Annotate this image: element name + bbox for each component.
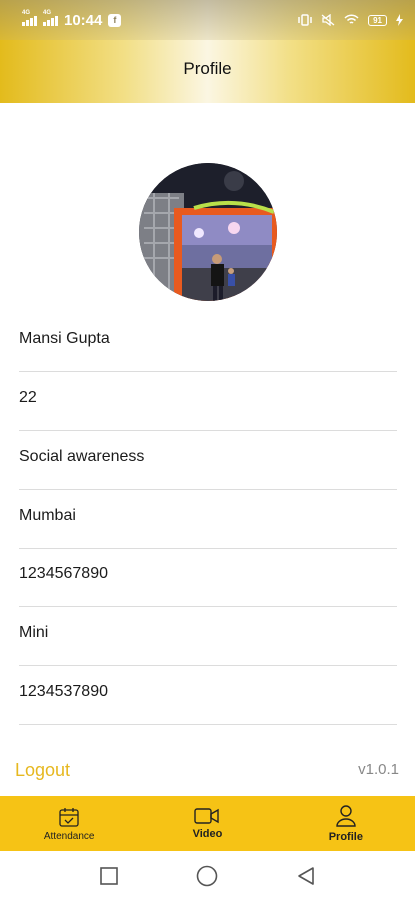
- calendar-icon: [59, 807, 79, 827]
- version-label: v1.0.1: [358, 761, 399, 778]
- system-nav-bar: [0, 851, 415, 900]
- person-icon: [336, 805, 356, 827]
- city-field[interactable]: Mumbai: [19, 489, 397, 549]
- contact-name-field[interactable]: Mini: [19, 606, 397, 666]
- signal-icon: 4G: [43, 10, 58, 26]
- occupation-value: Social awareness: [19, 448, 145, 465]
- bottom-nav: Attendance Video Profile: [0, 796, 415, 851]
- nav-item-attendance[interactable]: Attendance: [0, 796, 138, 851]
- signal-icon: 4G: [22, 10, 37, 26]
- avatar[interactable]: [139, 163, 277, 301]
- status-time: 10:44: [64, 11, 103, 29]
- home-button[interactable]: [187, 856, 227, 896]
- square-icon: [100, 866, 118, 885]
- status-right: 91: [298, 14, 403, 26]
- status-left: 4G 4G 10:44 f: [22, 10, 122, 29]
- nav-label-profile: Profile: [328, 831, 363, 843]
- charging-icon: [396, 14, 403, 26]
- page-title: Profile: [183, 59, 232, 78]
- phone-value: 1234567890: [19, 565, 108, 582]
- logout-button[interactable]: Logout: [15, 760, 70, 781]
- battery-icon: 91: [368, 14, 387, 26]
- app-header: 4G 4G 10:44 f 91 Profile: [0, 0, 415, 103]
- mute-icon: [321, 14, 335, 26]
- age-field[interactable]: 22: [19, 371, 397, 431]
- triangle-back-icon: [298, 866, 314, 885]
- vibrate-icon: [298, 14, 312, 26]
- wifi-icon: [344, 14, 359, 24]
- recents-button[interactable]: [89, 856, 129, 896]
- occupation-field[interactable]: Social awareness: [19, 430, 397, 490]
- city-value: Mumbai: [19, 507, 76, 524]
- nav-label-video: Video: [192, 828, 223, 840]
- back-button[interactable]: [286, 856, 326, 896]
- status-bar: 4G 4G 10:44 f 91: [0, 0, 415, 40]
- nav-label-attendance: Attendance: [43, 830, 95, 842]
- phone-field[interactable]: 1234567890: [19, 547, 397, 607]
- contact-phone-value: 1234537890: [19, 683, 108, 700]
- profile-photo: [139, 163, 277, 301]
- video-icon: [194, 808, 220, 824]
- contact-name-value: Mini: [19, 624, 49, 641]
- notification-icon: f: [108, 13, 122, 27]
- age-value: 22: [19, 389, 37, 406]
- name-value: Mansi Gupta: [19, 330, 110, 347]
- name-field[interactable]: Mansi Gupta: [19, 312, 397, 372]
- nav-item-video[interactable]: Video: [138, 796, 276, 851]
- nav-item-profile[interactable]: Profile: [277, 796, 415, 851]
- circle-icon: [197, 865, 218, 886]
- contact-phone-field[interactable]: 1234537890: [19, 665, 397, 725]
